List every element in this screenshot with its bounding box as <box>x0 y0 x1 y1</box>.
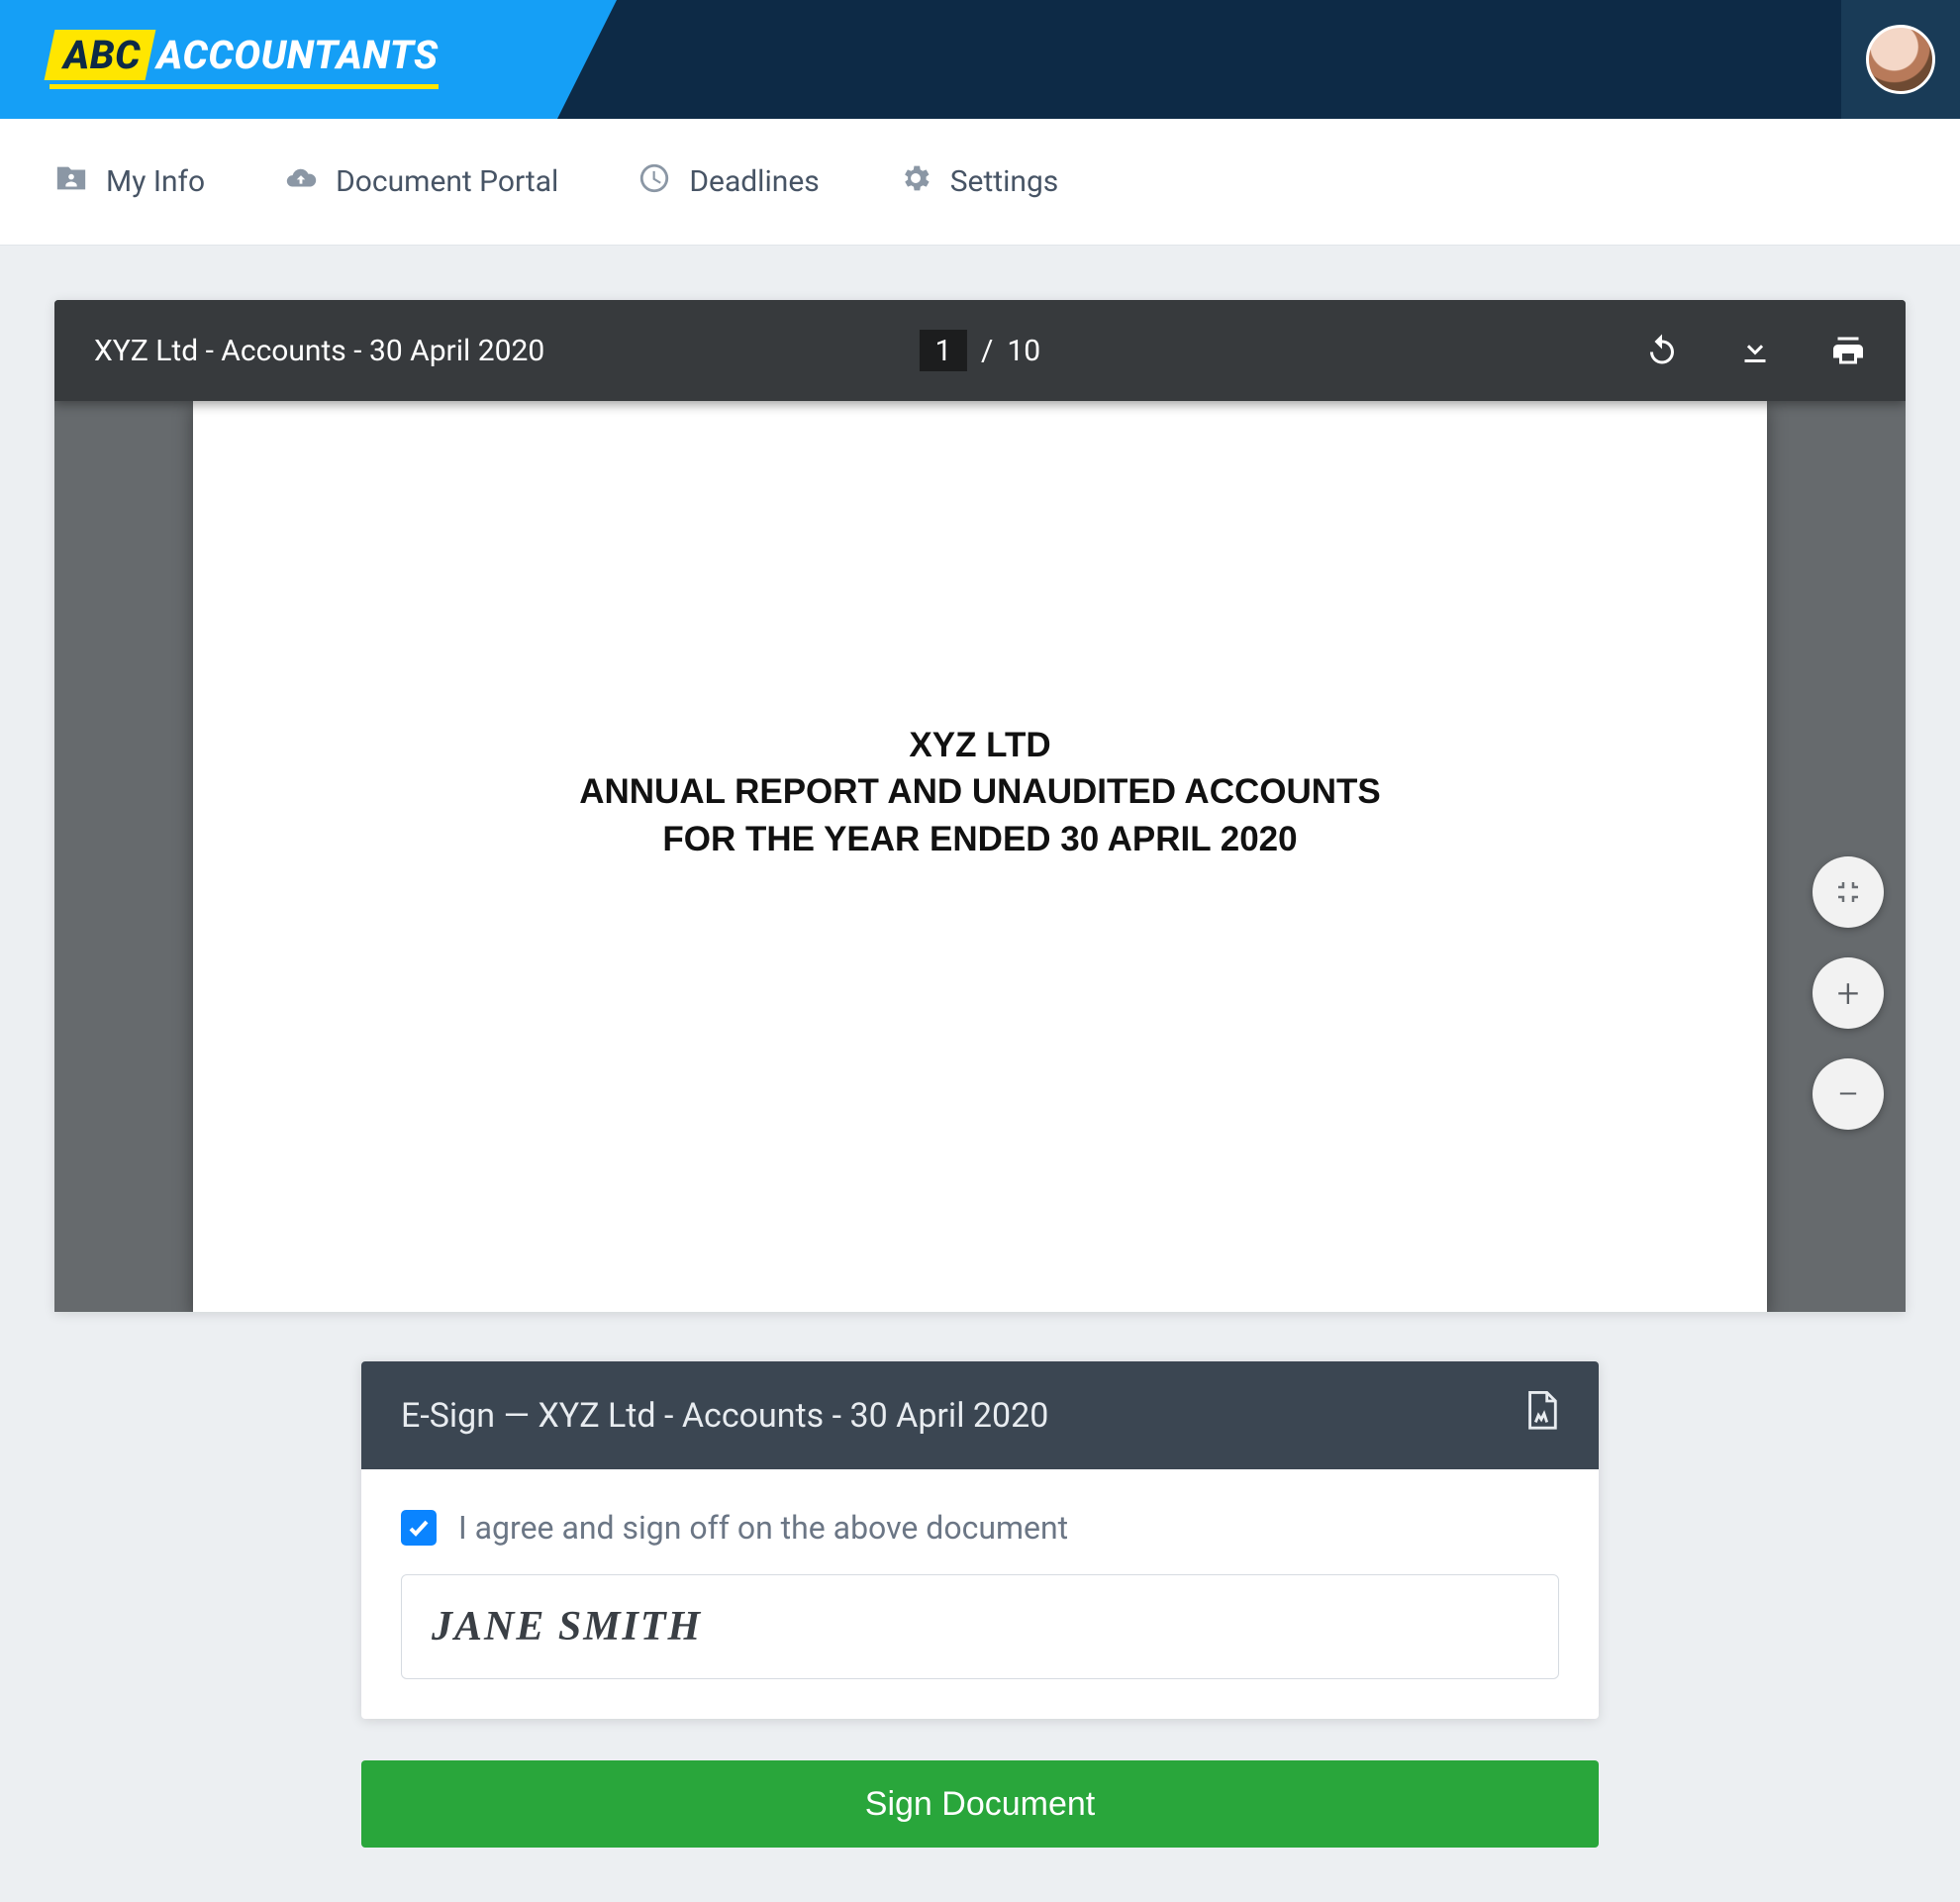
pdf-toolbar: XYZ Ltd - Accounts - 30 April 2020 1 / 1… <box>54 300 1906 401</box>
clock-icon <box>637 161 671 203</box>
nav-label: My Info <box>106 164 205 199</box>
brand-rest: ACCOUNTANTS <box>156 32 439 78</box>
doc-line-2: ANNUAL REPORT AND UNAUDITED ACCOUNTS <box>579 768 1381 815</box>
pdf-viewer: XYZ Ltd - Accounts - 30 April 2020 1 / 1… <box>54 300 1906 1312</box>
sign-document-button[interactable]: Sign Document <box>361 1760 1599 1848</box>
pdf-page: XYZ LTD ANNUAL REPORT AND UNAUDITED ACCO… <box>193 401 1767 1312</box>
rotate-icon[interactable] <box>1644 333 1680 368</box>
folder-person-icon <box>54 161 88 203</box>
consent-checkbox[interactable] <box>401 1510 437 1546</box>
cloud-upload-icon <box>284 161 318 203</box>
pdf-title: XYZ Ltd - Accounts - 30 April 2020 <box>94 334 544 368</box>
brand-logo[interactable]: ABC ACCOUNTANTS <box>49 30 439 89</box>
pdf-page-indicator: 1 / 10 <box>920 330 1040 371</box>
brand-abc: ABC <box>45 30 156 80</box>
esign-header: E-Sign — XYZ Ltd - Accounts - 30 April 2… <box>361 1361 1599 1469</box>
doc-line-1: XYZ LTD <box>579 722 1381 768</box>
zoom-out-button[interactable]: − <box>1813 1058 1884 1130</box>
page-total: 10 <box>1007 334 1040 368</box>
pdf-tool-group <box>1644 333 1866 368</box>
pdf-body[interactable]: XYZ LTD ANNUAL REPORT AND UNAUDITED ACCO… <box>54 401 1906 1312</box>
esign-card: E-Sign — XYZ Ltd - Accounts - 30 April 2… <box>361 1361 1599 1719</box>
nav-label: Settings <box>950 164 1059 199</box>
page-current-input[interactable]: 1 <box>920 330 967 371</box>
download-icon[interactable] <box>1737 333 1773 368</box>
avatar-container[interactable] <box>1841 0 1960 119</box>
document-cover-text: XYZ LTD ANNUAL REPORT AND UNAUDITED ACCO… <box>579 722 1381 862</box>
esign-body: I agree and sign off on the above docume… <box>361 1469 1599 1719</box>
page-separator: / <box>981 334 993 368</box>
consent-label: I agree and sign off on the above docume… <box>458 1509 1068 1547</box>
gear-icon <box>899 161 932 203</box>
doc-line-3: FOR THE YEAR ENDED 30 APRIL 2020 <box>579 816 1381 862</box>
signature-input[interactable] <box>401 1574 1559 1679</box>
center-column: E-Sign — XYZ Ltd - Accounts - 30 April 2… <box>361 1361 1599 1848</box>
pdf-float-controls: + − <box>1813 856 1884 1130</box>
fit-page-icon[interactable] <box>1813 856 1884 928</box>
nav-label: Document Portal <box>336 164 558 199</box>
zoom-in-button[interactable]: + <box>1813 957 1884 1029</box>
main-content: XYZ Ltd - Accounts - 30 April 2020 1 / 1… <box>0 246 1960 1902</box>
brand-area: ABC ACCOUNTANTS <box>0 0 557 119</box>
user-avatar[interactable] <box>1866 25 1935 94</box>
nav-document-portal[interactable]: Document Portal <box>284 161 558 203</box>
nav-my-info[interactable]: My Info <box>54 161 205 203</box>
main-nav: My Info Document Portal Deadlines Settin… <box>0 119 1960 246</box>
consent-row: I agree and sign off on the above docume… <box>401 1509 1559 1547</box>
header-right <box>1841 0 1960 119</box>
app-header: ABC ACCOUNTANTS <box>0 0 1960 119</box>
nav-label: Deadlines <box>689 164 819 199</box>
print-icon[interactable] <box>1830 333 1866 368</box>
pdf-file-icon <box>1523 1391 1559 1440</box>
esign-title: E-Sign — XYZ Ltd - Accounts - 30 April 2… <box>401 1396 1048 1436</box>
nav-settings[interactable]: Settings <box>899 161 1059 203</box>
nav-deadlines[interactable]: Deadlines <box>637 161 819 203</box>
